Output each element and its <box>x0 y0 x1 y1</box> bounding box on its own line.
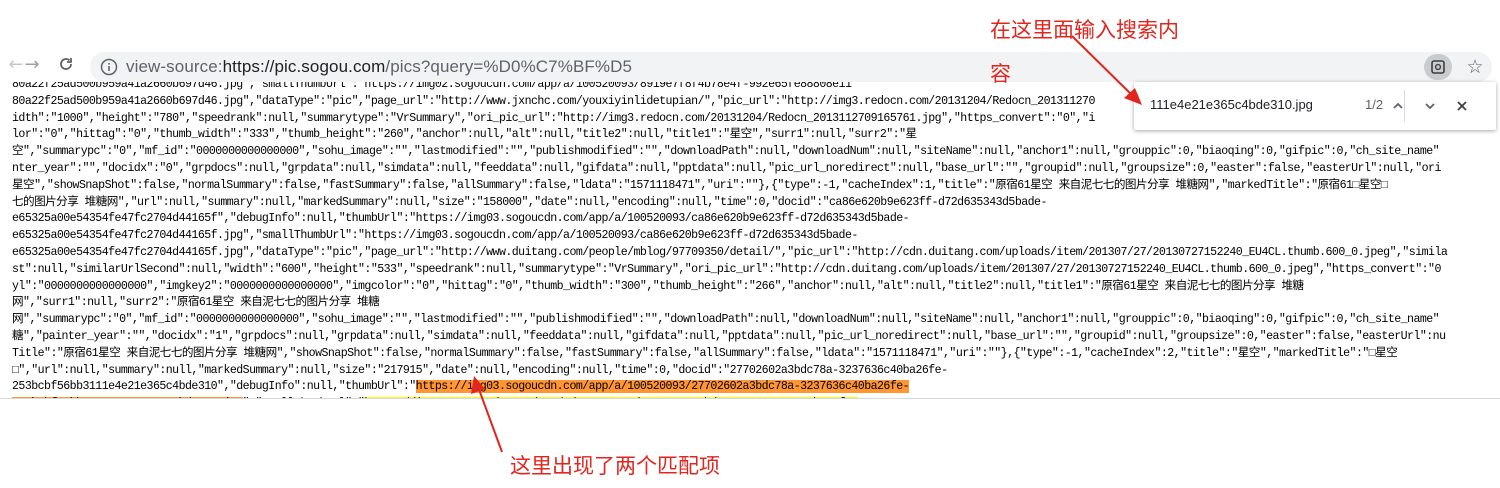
source-line: Title":"原宿61星空 来自泥七七的图片分享 堆糖网","showSnap… <box>12 346 1398 361</box>
source-text: e65325a00e54354fe47fc2704d44165f","debug… <box>12 212 910 226</box>
source-text: e65325a00e54354fe47fc2704d44165f.jpg","s… <box>12 229 858 243</box>
find-prev-button[interactable] <box>1386 94 1410 118</box>
url-prefix: view-source: <box>126 57 223 76</box>
find-match-count: 1/2 <box>1365 97 1384 112</box>
url-path: /pics?query=%D0%C7%BF%D5 <box>385 57 633 76</box>
source-text: yl":"0000000000000000","imgkey2":"000000… <box>12 279 1304 293</box>
source-line: □","url":null,"summary":null,"markedSumm… <box>12 363 948 378</box>
find-next-button[interactable] <box>1418 94 1442 118</box>
source-line: 80a22f25ad500b959a41a2660b697d46.jpg","d… <box>12 95 1095 109</box>
source-text: 星空","showSnapShot":false,"normalSummary"… <box>12 178 1394 192</box>
source-text: 网","summarypc":"0","mf_id":"000000000000… <box>12 313 1440 327</box>
source-text: idth":"1000","height":"780","speedrank":… <box>12 111 1095 125</box>
browser-toolbar: ← → view-source:https://pic.sogou.com/pi… <box>0 44 1500 84</box>
source-line: 网","surr1":null,"surr2":"原宿61星空 来自泥七七的图片… <box>12 296 380 310</box>
source-text: lor":"0","hittag":"0","thumb_width":"333… <box>12 128 917 142</box>
source-line: 星空","showSnapShot":false,"normalSummary"… <box>12 179 1394 193</box>
extension-button[interactable] <box>1424 54 1452 80</box>
source-text: 网","surr1":null,"surr2":"原宿61星空 来自泥七七的图片… <box>12 296 380 310</box>
source-text: 80a22f25ad500b959a41a2660b697d46.jpg","s… <box>12 82 852 91</box>
source-line: idth":"1000","height":"780","speedrank":… <box>12 112 1095 126</box>
info-icon[interactable] <box>100 58 118 76</box>
arrow-right-icon: → <box>24 53 40 75</box>
source-line: 253bcbf56bb3111e4e21e365c4bde310","debug… <box>12 380 910 394</box>
annotation-find-hint-line2: 容 <box>990 62 1011 86</box>
url-text[interactable]: view-source:https://pic.sogou.com/pics?q… <box>126 57 632 77</box>
source-line: 糖","painter_year":"","docidx":"1","grpdo… <box>12 330 1446 344</box>
source-text: nter_year":"","docidx":"0","grpdocs":nul… <box>12 162 1441 175</box>
extension-icon <box>1431 60 1445 74</box>
star-icon: ☆ <box>1466 56 1484 78</box>
forward-button[interactable]: → <box>18 50 46 78</box>
source-line: lor":"0","hittag":"0","thumb_width":"333… <box>12 128 917 142</box>
reload-icon <box>60 58 72 70</box>
find-input[interactable]: 111e4e21e365c4bde310.jpg <box>1150 97 1313 112</box>
url-host: https://pic.sogou.com <box>222 57 386 76</box>
address-bar[interactable]: view-source:https://pic.sogou.com/pics?q… <box>90 52 1492 82</box>
source-line: e65325a00e54354fe47fc2704d44165f","debug… <box>12 212 910 226</box>
source-text: 七的图片分享 堆糖网","url":null,"summary":null,"m… <box>12 195 1047 209</box>
close-icon <box>1457 101 1467 111</box>
source-text: 糖","painter_year":"","docidx":"1","grpdo… <box>12 330 1446 343</box>
source-line: 七的图片分享 堆糖网","url":null,"summary":null,"m… <box>12 196 1047 210</box>
source-line: yl":"0000000000000000","imgkey2":"000000… <box>12 280 1304 294</box>
find-bar: 111e4e21e365c4bde310.jpg 1/2 <box>1134 82 1496 130</box>
source-text: e65325a00e54354fe47fc2704d44165f.jpg","d… <box>12 246 1448 259</box>
annotation-find-hint-line1: 在这里面输入搜索内 <box>990 18 1179 42</box>
source-line: st":null,"similarUrlSecond":null,"width"… <box>12 263 1441 277</box>
reload-button[interactable] <box>52 50 80 78</box>
source-line: 网","summarypc":"0","mf_id":"000000000000… <box>12 313 1440 327</box>
source-text: st":null,"similarUrlSecond":null,"width"… <box>12 262 1441 276</box>
chevron-down-icon <box>1425 103 1435 110</box>
source-line: e65325a00e54354fe47fc2704d44165f.jpg","d… <box>12 246 1448 260</box>
source-bottom-divider <box>0 398 1500 399</box>
source-line: nter_year":"","docidx":"0","grpdocs":nul… <box>12 162 1441 176</box>
annotation-matches-note: 这里出现了两个匹配项 <box>510 454 720 478</box>
source-text: Title":"原宿61星空 来自泥七七的图片分享 堆糖网","showSnap… <box>12 346 1398 360</box>
chevron-up-icon <box>1393 102 1403 109</box>
source-line: e65325a00e54354fe47fc2704d44165f.jpg","s… <box>12 229 858 243</box>
source-line: 80a22f25ad500b959a41a2660b697d46.jpg","s… <box>12 82 852 92</box>
source-line: 空","summarypc":"0","mf_id":"000000000000… <box>12 145 1440 159</box>
find-close-button[interactable] <box>1450 94 1474 118</box>
source-text: 空","summarypc":"0","mf_id":"000000000000… <box>12 145 1440 159</box>
search-match-highlight: https://img03.sogoucdn.com/app/a/1005200… <box>415 380 910 394</box>
bookmark-button[interactable]: ☆ <box>1462 54 1488 80</box>
source-text: □","url":null,"summary":null,"markedSumm… <box>12 363 948 377</box>
source-text: 80a22f25ad500b959a41a2660b697d46.jpg","d… <box>12 94 1095 108</box>
source-text: 253bcbf56bb3111e4e21e365c4bde310","debug… <box>12 380 416 394</box>
